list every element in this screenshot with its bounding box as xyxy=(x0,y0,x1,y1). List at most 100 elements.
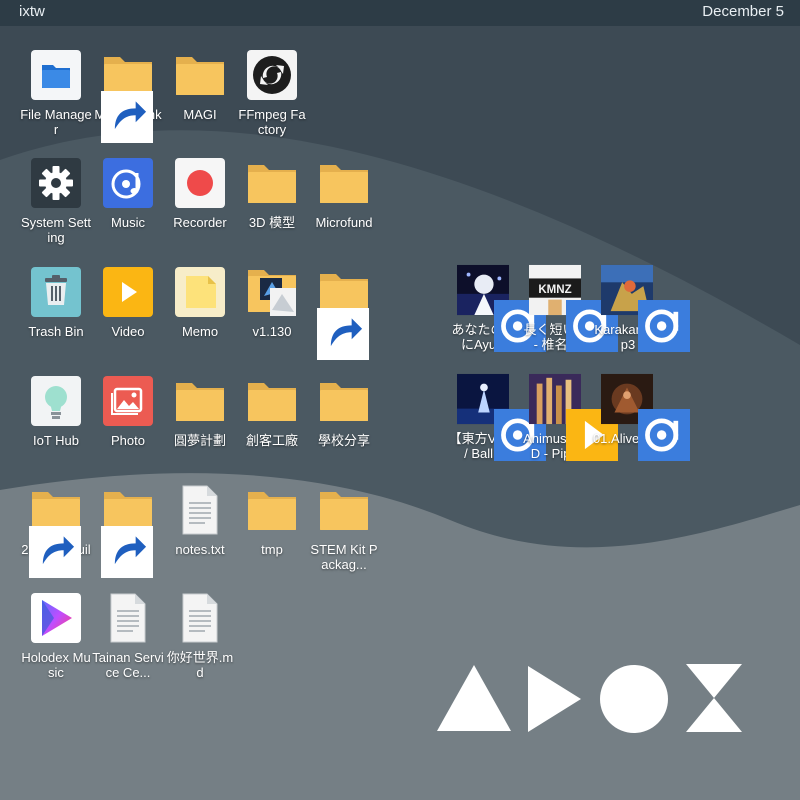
folder-icon xyxy=(246,375,298,427)
desktop-icon-microfund[interactable]: Microfund xyxy=(308,157,380,257)
text-file-icon xyxy=(174,484,226,536)
desktop-icon-3d-model[interactable]: 3D 模型 xyxy=(236,157,308,257)
trash-icon xyxy=(30,266,82,318)
audio-file-icon xyxy=(457,264,546,352)
music-badge-icon xyxy=(638,409,690,461)
desktop-icon-stem-kit-package[interactable]: STEM Kit Packag... xyxy=(308,484,380,584)
icon-label: 圓夢計劃 xyxy=(173,433,226,448)
icon-label: Photo xyxy=(111,433,145,448)
desktop-icon-audio-alive-flac[interactable]: 01.Alive.flac xyxy=(592,373,690,473)
desktop-icon-yuanmeng-plan[interactable]: 圓夢計劃 xyxy=(164,375,236,475)
text-file-icon xyxy=(174,592,226,644)
music-badge-icon xyxy=(494,409,546,461)
desktop-icon-holodex-music[interactable]: Holodex Music xyxy=(20,592,92,692)
desktop[interactable]: ixtw December 5 File Manager Music Bank … xyxy=(0,0,800,800)
audio-file-icon xyxy=(601,373,690,461)
svg-text:KMNZ: KMNZ xyxy=(538,284,571,296)
folder-icon xyxy=(101,484,154,578)
desktop-icon-music-bank[interactable]: Music Bank xyxy=(92,49,164,149)
icon-label: STEM Kit Packag... xyxy=(310,542,378,572)
play-shape xyxy=(528,666,581,732)
ffmpeg-icon xyxy=(246,49,298,101)
holodex-icon xyxy=(30,592,82,644)
folder-icon xyxy=(246,484,298,536)
desktop-icon-audio-karakara[interactable]: Karakara.mp3 xyxy=(592,264,690,364)
text-file-icon xyxy=(102,592,154,644)
desktop-icon-notes-txt[interactable]: notes.txt xyxy=(164,484,236,584)
desktop-icon-video-animusic[interactable]: Animusic HD - Pip... xyxy=(520,373,618,473)
desktop-icon-file-manager[interactable]: File Manager xyxy=(20,49,92,149)
folder-icon xyxy=(246,266,298,318)
shortcut-arrow-icon xyxy=(101,91,153,143)
icon-label: 創客工廠 xyxy=(245,433,298,448)
icon-label: notes.txt xyxy=(175,542,225,557)
desktop-icon-school-share[interactable]: 學校分享 xyxy=(308,375,380,475)
desktop-icon-v1-130[interactable]: v1.130 xyxy=(236,266,308,366)
record-icon xyxy=(174,157,226,209)
desktop-icon-audio-touhou-vocal[interactable]: 【東方Vocal / Ball... xyxy=(448,373,546,473)
memo-icon xyxy=(174,266,226,318)
icon-label: 學校分享 xyxy=(317,433,370,448)
desktop-icon-magi[interactable]: MAGI xyxy=(164,49,236,149)
desktop-icon-audio-anata[interactable]: あなたの中にAyu... xyxy=(448,264,546,364)
photo-icon xyxy=(102,375,154,427)
icon-label: MAGI xyxy=(183,107,217,122)
file-manager-icon xyxy=(30,49,82,101)
icon-label: 你好世界.md xyxy=(166,650,234,680)
date-display[interactable]: December 5 xyxy=(702,3,784,20)
folder-icon xyxy=(29,484,82,578)
audio-file-icon xyxy=(601,264,690,352)
desktop-icon-audio-nagaku-mijikai[interactable]: KMNZ 長く短い祭 - 椎名... xyxy=(520,264,618,364)
icon-label: Microfund xyxy=(315,215,373,230)
triangle-shape xyxy=(437,665,511,731)
desktop-icon-ncku[interactable]: NCKU xyxy=(308,266,380,366)
desktop-icon-trash-bin[interactable]: Trash Bin xyxy=(20,266,92,366)
desktop-icon-startups[interactable]: Startups xyxy=(92,484,164,584)
audio-file-icon xyxy=(457,373,546,461)
icon-label: Recorder xyxy=(173,215,227,230)
desktop-icon-iot-hub[interactable]: IoT Hub xyxy=(20,375,92,475)
desktop-icon-system-setting[interactable]: System Setting xyxy=(20,157,92,257)
folder-icon xyxy=(318,375,370,427)
desktop-icon-maker-factory[interactable]: 創客工廠 xyxy=(236,375,308,475)
icon-label: v1.130 xyxy=(252,324,292,339)
icon-label: File Manager xyxy=(20,107,92,137)
desktop-icon-2022-rebuild[interactable]: 2022 Rebuild xyxy=(20,484,92,584)
video-badge-icon xyxy=(566,409,618,461)
desktop-icon-ffmpeg-factory[interactable]: FFmpeg Factory xyxy=(236,49,308,149)
desktop-icon-photo[interactable]: Photo xyxy=(92,375,164,475)
icon-label: Tainan Service Ce... xyxy=(92,650,164,680)
desktop-icon-tmp[interactable]: tmp xyxy=(236,484,308,584)
icon-label: Memo xyxy=(181,324,219,339)
video-file-icon xyxy=(529,373,618,461)
hourglass-shape xyxy=(686,664,742,732)
desktop-icon-hello-world-md[interactable]: 你好世界.md xyxy=(164,592,236,692)
desktop-icon-memo[interactable]: Memo xyxy=(164,266,236,366)
icon-label: Trash Bin xyxy=(28,324,84,339)
shortcut-arrow-icon xyxy=(101,526,153,578)
icon-label: 3D 模型 xyxy=(248,215,296,230)
icon-label: Video xyxy=(111,324,145,339)
desktop-icon-music[interactable]: Music xyxy=(92,157,164,257)
folder-icon xyxy=(317,266,370,360)
desktop-icon-tainan-service-center[interactable]: Tainan Service Ce... xyxy=(92,592,164,692)
desktop-icon-video[interactable]: Video xyxy=(92,266,164,366)
music-badge-icon xyxy=(638,300,690,352)
circle-shape xyxy=(600,665,668,733)
desktop-icon-recorder[interactable]: Recorder xyxy=(164,157,236,257)
wallpaper-logo xyxy=(437,664,742,733)
music-badge-icon xyxy=(494,300,546,352)
username[interactable]: ixtw xyxy=(19,3,45,20)
icon-label: tmp xyxy=(261,542,283,557)
video-play-icon xyxy=(102,266,154,318)
icon-label: System Setting xyxy=(20,215,92,245)
gear-icon xyxy=(30,157,82,209)
folder-icon xyxy=(101,49,154,143)
shortcut-arrow-icon xyxy=(29,526,81,578)
audio-file-icon: KMNZ xyxy=(529,264,618,352)
folder-icon xyxy=(318,484,370,536)
icon-label: Holodex Music xyxy=(21,650,91,680)
folder-icon xyxy=(318,157,370,209)
music-badge-icon xyxy=(566,300,618,352)
icon-label: Music xyxy=(111,215,145,230)
